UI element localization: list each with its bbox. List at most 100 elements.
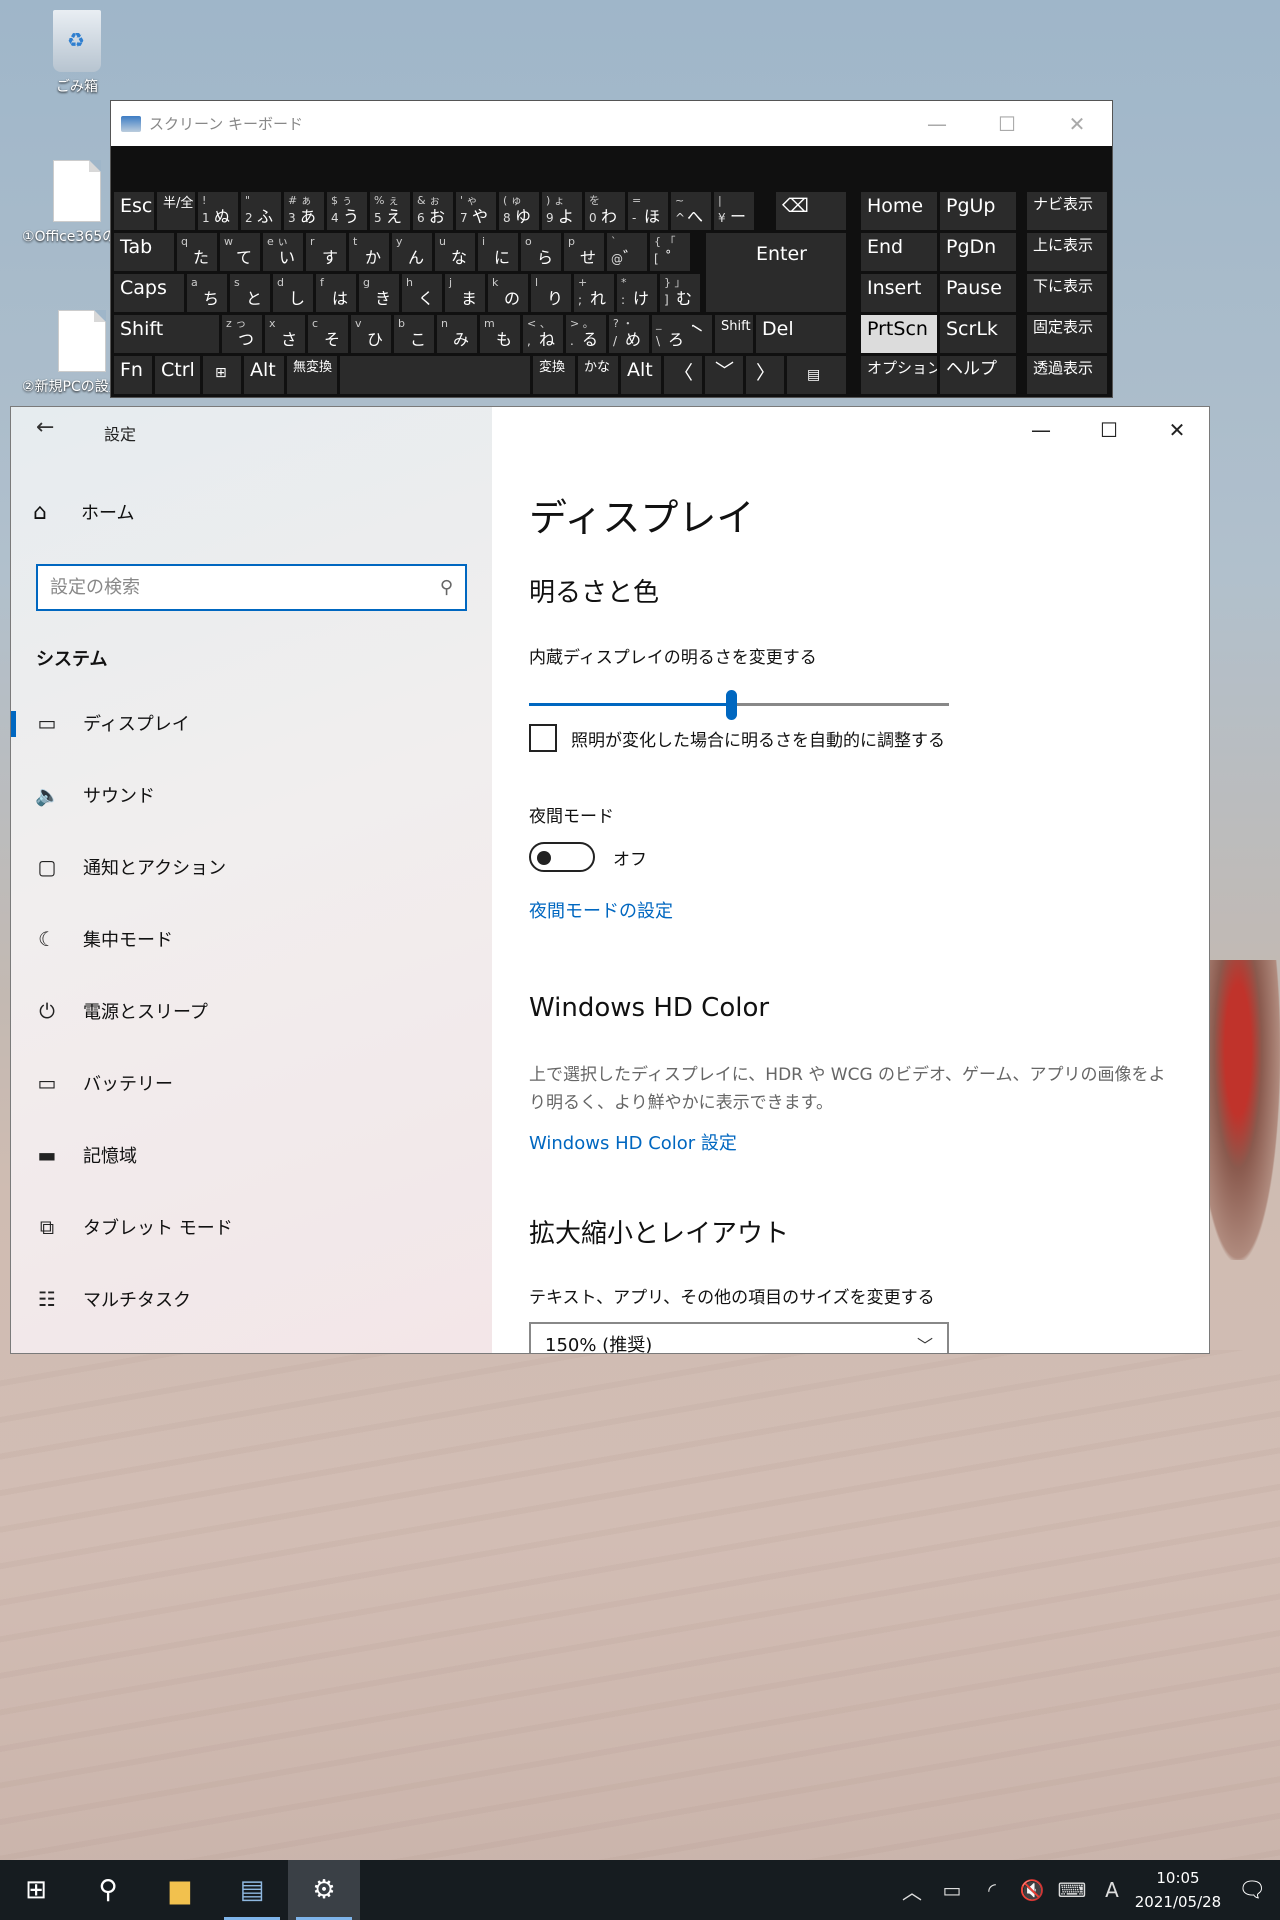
nav-item-focus-assist[interactable]: ☾ 集中モード [11, 903, 492, 975]
key-char[interactable]: wて [220, 233, 260, 271]
back-arrow-icon[interactable]: ← [36, 415, 54, 440]
nav-item-battery[interactable]: ▭ バッテリー [11, 1047, 492, 1119]
key-fn[interactable]: Fn [114, 356, 152, 394]
key-char[interactable]: xさ [265, 315, 305, 353]
key-char[interactable]: jま [445, 274, 485, 312]
touch-keyboard-icon[interactable]: ⌨ [1052, 1878, 1092, 1902]
nav-item-power-sleep[interactable]: ⏻ 電源とスリープ [11, 975, 492, 1047]
key-char[interactable]: _ \ ろ [652, 315, 692, 353]
brightness-slider[interactable] [529, 690, 949, 720]
key-alt-left[interactable]: Alt [244, 356, 284, 394]
key-char[interactable]: uな [435, 233, 475, 271]
key-up-display[interactable]: 上に表示 [1027, 233, 1107, 271]
speaker-muted-icon[interactable]: 🔇 [1012, 1878, 1052, 1902]
key-char[interactable]: cそ [308, 315, 348, 353]
key-char[interactable]: % ぇ 5え [370, 192, 410, 230]
key-pause[interactable]: Pause [940, 274, 1016, 312]
key-char[interactable]: rす [306, 233, 346, 271]
key-pgup[interactable]: PgUp [940, 192, 1016, 230]
key-space[interactable] [340, 356, 530, 394]
key-char[interactable]: # ぁ 3あ [284, 192, 324, 230]
taskbar-osk[interactable]: ▤ [216, 1860, 288, 1920]
key-prtscn[interactable]: PrtScn [861, 315, 937, 353]
action-center-icon[interactable]: 🗨 [1224, 1878, 1280, 1903]
chevron-up-icon[interactable]: ︿ [892, 1876, 932, 1905]
key-caps[interactable]: Caps [114, 274, 184, 312]
settings-search-input[interactable] [50, 577, 440, 598]
key-char[interactable]: aち [187, 274, 227, 312]
slider-thumb[interactable] [726, 690, 737, 720]
key-home[interactable]: Home [861, 192, 937, 230]
key-del[interactable]: Del [756, 315, 846, 353]
key-esc[interactable]: Esc [114, 192, 154, 230]
key-options[interactable]: オプション [861, 356, 937, 394]
key-down-arrow[interactable]: ﹀ [705, 356, 743, 394]
key-char[interactable]: fは [316, 274, 356, 312]
scale-dropdown[interactable]: 150% (推奨) ﹀ [529, 1322, 949, 1353]
wifi-icon[interactable]: ◜ [972, 1878, 1012, 1902]
nav-home[interactable]: ⌂ ホーム [33, 499, 134, 525]
key-char[interactable]: e ぃい [263, 233, 303, 271]
key-char[interactable]: oら [521, 233, 561, 271]
key-char[interactable]: < 、, ね [523, 315, 563, 353]
key-char[interactable]: lり [531, 274, 571, 312]
key-muhenkan[interactable]: 無変換 [287, 356, 337, 394]
minimize-button[interactable]: — [1007, 407, 1075, 453]
key-char[interactable]: { 「 [゜ [650, 233, 690, 271]
nav-item-notifications[interactable]: ▢ 通知とアクション [11, 831, 492, 903]
key-kana[interactable]: かな [578, 356, 618, 394]
key-char[interactable]: ) ょ 9よ [542, 192, 582, 230]
start-button[interactable]: ⊞ [0, 1860, 72, 1920]
key-char[interactable]: kの [488, 274, 528, 312]
desktop-icon-recycle-bin[interactable]: ♻ ごみ箱 [22, 10, 132, 96]
night-mode-toggle[interactable]: オフ [529, 842, 647, 872]
key-end[interactable]: End [861, 233, 937, 271]
key-insert[interactable]: Insert [861, 274, 937, 312]
auto-brightness-checkbox[interactable]: 照明が変化した場合に明るさを自動的に調整する [529, 724, 945, 752]
key-char[interactable]: yん [392, 233, 432, 271]
search-button[interactable]: ⚲ [72, 1860, 144, 1920]
hdr-settings-link[interactable]: Windows HD Color 設定 [529, 1129, 737, 1155]
key-char[interactable]: sと [230, 274, 270, 312]
osk-titlebar[interactable]: スクリーン キーボード — ☐ ✕ [111, 101, 1112, 146]
key-shift-left[interactable]: Shift [114, 315, 219, 353]
key-char[interactable]: " 2 ふ [241, 192, 281, 230]
key-char[interactable]: bこ [394, 315, 434, 353]
key-char[interactable]: ' ゃ 7や [456, 192, 496, 230]
key-char[interactable]: | ¥ ー [714, 192, 754, 230]
key-char[interactable]: ? ・ / め [609, 315, 649, 353]
maximize-button[interactable]: ☐ [1075, 407, 1143, 453]
close-button[interactable]: ✕ [1143, 407, 1209, 453]
key-fade-display[interactable]: 透過表示 [1027, 356, 1107, 394]
key-navi-display[interactable]: ナビ表示 [1027, 192, 1107, 230]
nav-item-tablet-mode[interactable]: ⧉ タブレット モード [11, 1191, 492, 1263]
key-windows[interactable]: ⊞ [203, 356, 241, 394]
key-char[interactable]: mも [480, 315, 520, 353]
key-char[interactable]: } 」] む [660, 274, 700, 312]
key-char[interactable]: nみ [437, 315, 477, 353]
clock[interactable]: 10:05 2021/05/28 [1132, 1866, 1224, 1914]
key-char[interactable]: = - ほ [628, 192, 668, 230]
key-fixed-display[interactable]: 固定表示 [1027, 315, 1107, 353]
key-alt-right[interactable]: Alt [621, 356, 661, 394]
osk-maximize-button[interactable]: ☐ [972, 101, 1042, 146]
key-shift-right[interactable]: Shift [715, 315, 753, 353]
key-enter[interactable]: Enter [706, 233, 846, 312]
key-menu[interactable]: ▤ [787, 356, 846, 394]
key-pgdn[interactable]: PgDn [940, 233, 1016, 271]
taskbar-file-explorer[interactable]: ▆ [144, 1860, 216, 1920]
key-char[interactable]: ! 1 ぬ [198, 192, 238, 230]
key-char[interactable]: gき [359, 274, 399, 312]
key-char[interactable]: iに [478, 233, 518, 271]
taskbar-settings[interactable]: ⚙ [288, 1860, 360, 1920]
key-henkan[interactable]: 変換 [533, 356, 575, 394]
settings-search-box[interactable]: ⚲ [36, 564, 467, 611]
nav-item-sound[interactable]: 🔈 サウンド [11, 759, 492, 831]
key-help[interactable]: ヘルプ [940, 356, 1016, 394]
battery-plug-icon[interactable]: ▭ [932, 1878, 972, 1902]
nav-item-display[interactable]: ▭ ディスプレイ [11, 687, 492, 759]
night-mode-settings-link[interactable]: 夜間モードの設定 [529, 897, 673, 923]
key-char[interactable]: vひ [351, 315, 391, 353]
toggle-switch[interactable] [529, 842, 595, 872]
key-char[interactable]: & ぉ 6お [413, 192, 453, 230]
